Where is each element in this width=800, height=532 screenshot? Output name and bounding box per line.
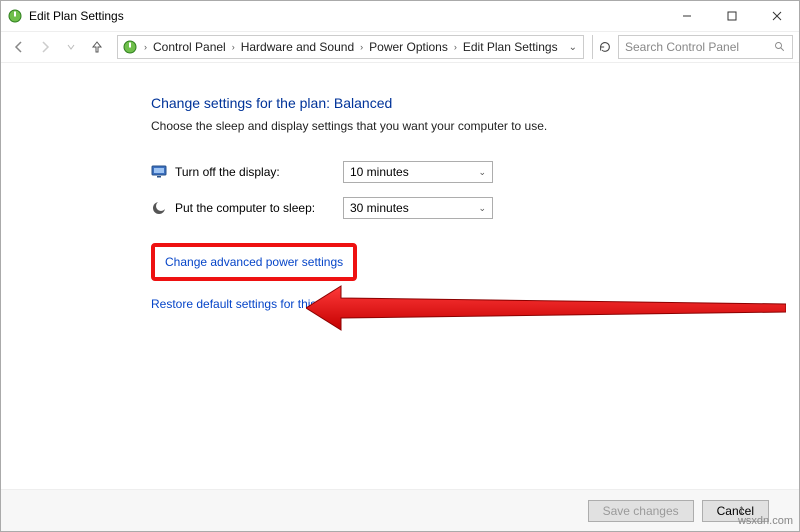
search-input[interactable] (625, 40, 765, 54)
restore-defaults-link[interactable]: Restore default settings for this plan (151, 297, 342, 311)
title-bar-left: Edit Plan Settings (7, 8, 124, 24)
save-button: Save changes (588, 500, 694, 522)
search-box[interactable] (618, 35, 793, 59)
display-off-label: Turn off the display: (175, 165, 335, 179)
chevron-down-icon: ⌄ (478, 203, 486, 214)
maximize-button[interactable] (709, 1, 754, 31)
highlight-annotation: Change advanced power settings (151, 243, 357, 281)
monitor-icon (151, 164, 167, 180)
chevron-down-icon: ⌄ (478, 167, 486, 178)
footer-bar: Save changes Cancel (1, 489, 799, 531)
minimize-button[interactable] (664, 1, 709, 31)
display-off-dropdown[interactable]: 10 minutes ⌄ (343, 161, 493, 183)
chevron-right-icon: › (358, 42, 365, 52)
advanced-power-settings-link[interactable]: Change advanced power settings (165, 255, 343, 269)
close-button[interactable] (754, 1, 799, 31)
sleep-label: Put the computer to sleep: (175, 201, 335, 215)
dropdown-value: 30 minutes (350, 201, 409, 215)
breadcrumb-item[interactable]: Hardware and Sound (239, 40, 356, 54)
chevron-right-icon: › (452, 42, 459, 52)
page-description: Choose the sleep and display settings th… (151, 119, 799, 133)
chevron-right-icon: › (142, 42, 149, 52)
power-options-icon (7, 8, 23, 24)
setting-row-sleep: Put the computer to sleep: 30 minutes ⌄ (151, 197, 799, 219)
title-bar: Edit Plan Settings (1, 1, 799, 31)
chevron-down-icon[interactable]: ⌄ (567, 42, 579, 53)
up-button[interactable] (85, 35, 109, 59)
window: Edit Plan Settings (0, 0, 800, 532)
moon-icon (151, 200, 167, 216)
content-area: Change settings for the plan: Balanced C… (1, 63, 799, 489)
breadcrumb-item[interactable]: Power Options (367, 40, 450, 54)
chevron-right-icon: › (230, 42, 237, 52)
breadcrumb-item[interactable]: Control Panel (151, 40, 228, 54)
back-button[interactable] (7, 35, 31, 59)
window-controls (664, 1, 799, 31)
nav-bar: › Control Panel › Hardware and Sound › P… (1, 31, 799, 63)
refresh-button[interactable] (592, 35, 616, 59)
breadcrumb-item[interactable]: Edit Plan Settings (461, 40, 560, 54)
sleep-dropdown[interactable]: 30 minutes ⌄ (343, 197, 493, 219)
power-options-icon (122, 39, 138, 55)
setting-row-display: Turn off the display: 10 minutes ⌄ (151, 161, 799, 183)
window-title: Edit Plan Settings (29, 9, 124, 23)
forward-button[interactable] (33, 35, 57, 59)
watermark: wsxdn.com (738, 515, 793, 527)
search-icon (774, 41, 786, 53)
dropdown-value: 10 minutes (350, 165, 409, 179)
page-heading: Change settings for the plan: Balanced (151, 95, 799, 111)
recent-dropdown[interactable] (59, 35, 83, 59)
breadcrumb[interactable]: › Control Panel › Hardware and Sound › P… (117, 35, 584, 59)
